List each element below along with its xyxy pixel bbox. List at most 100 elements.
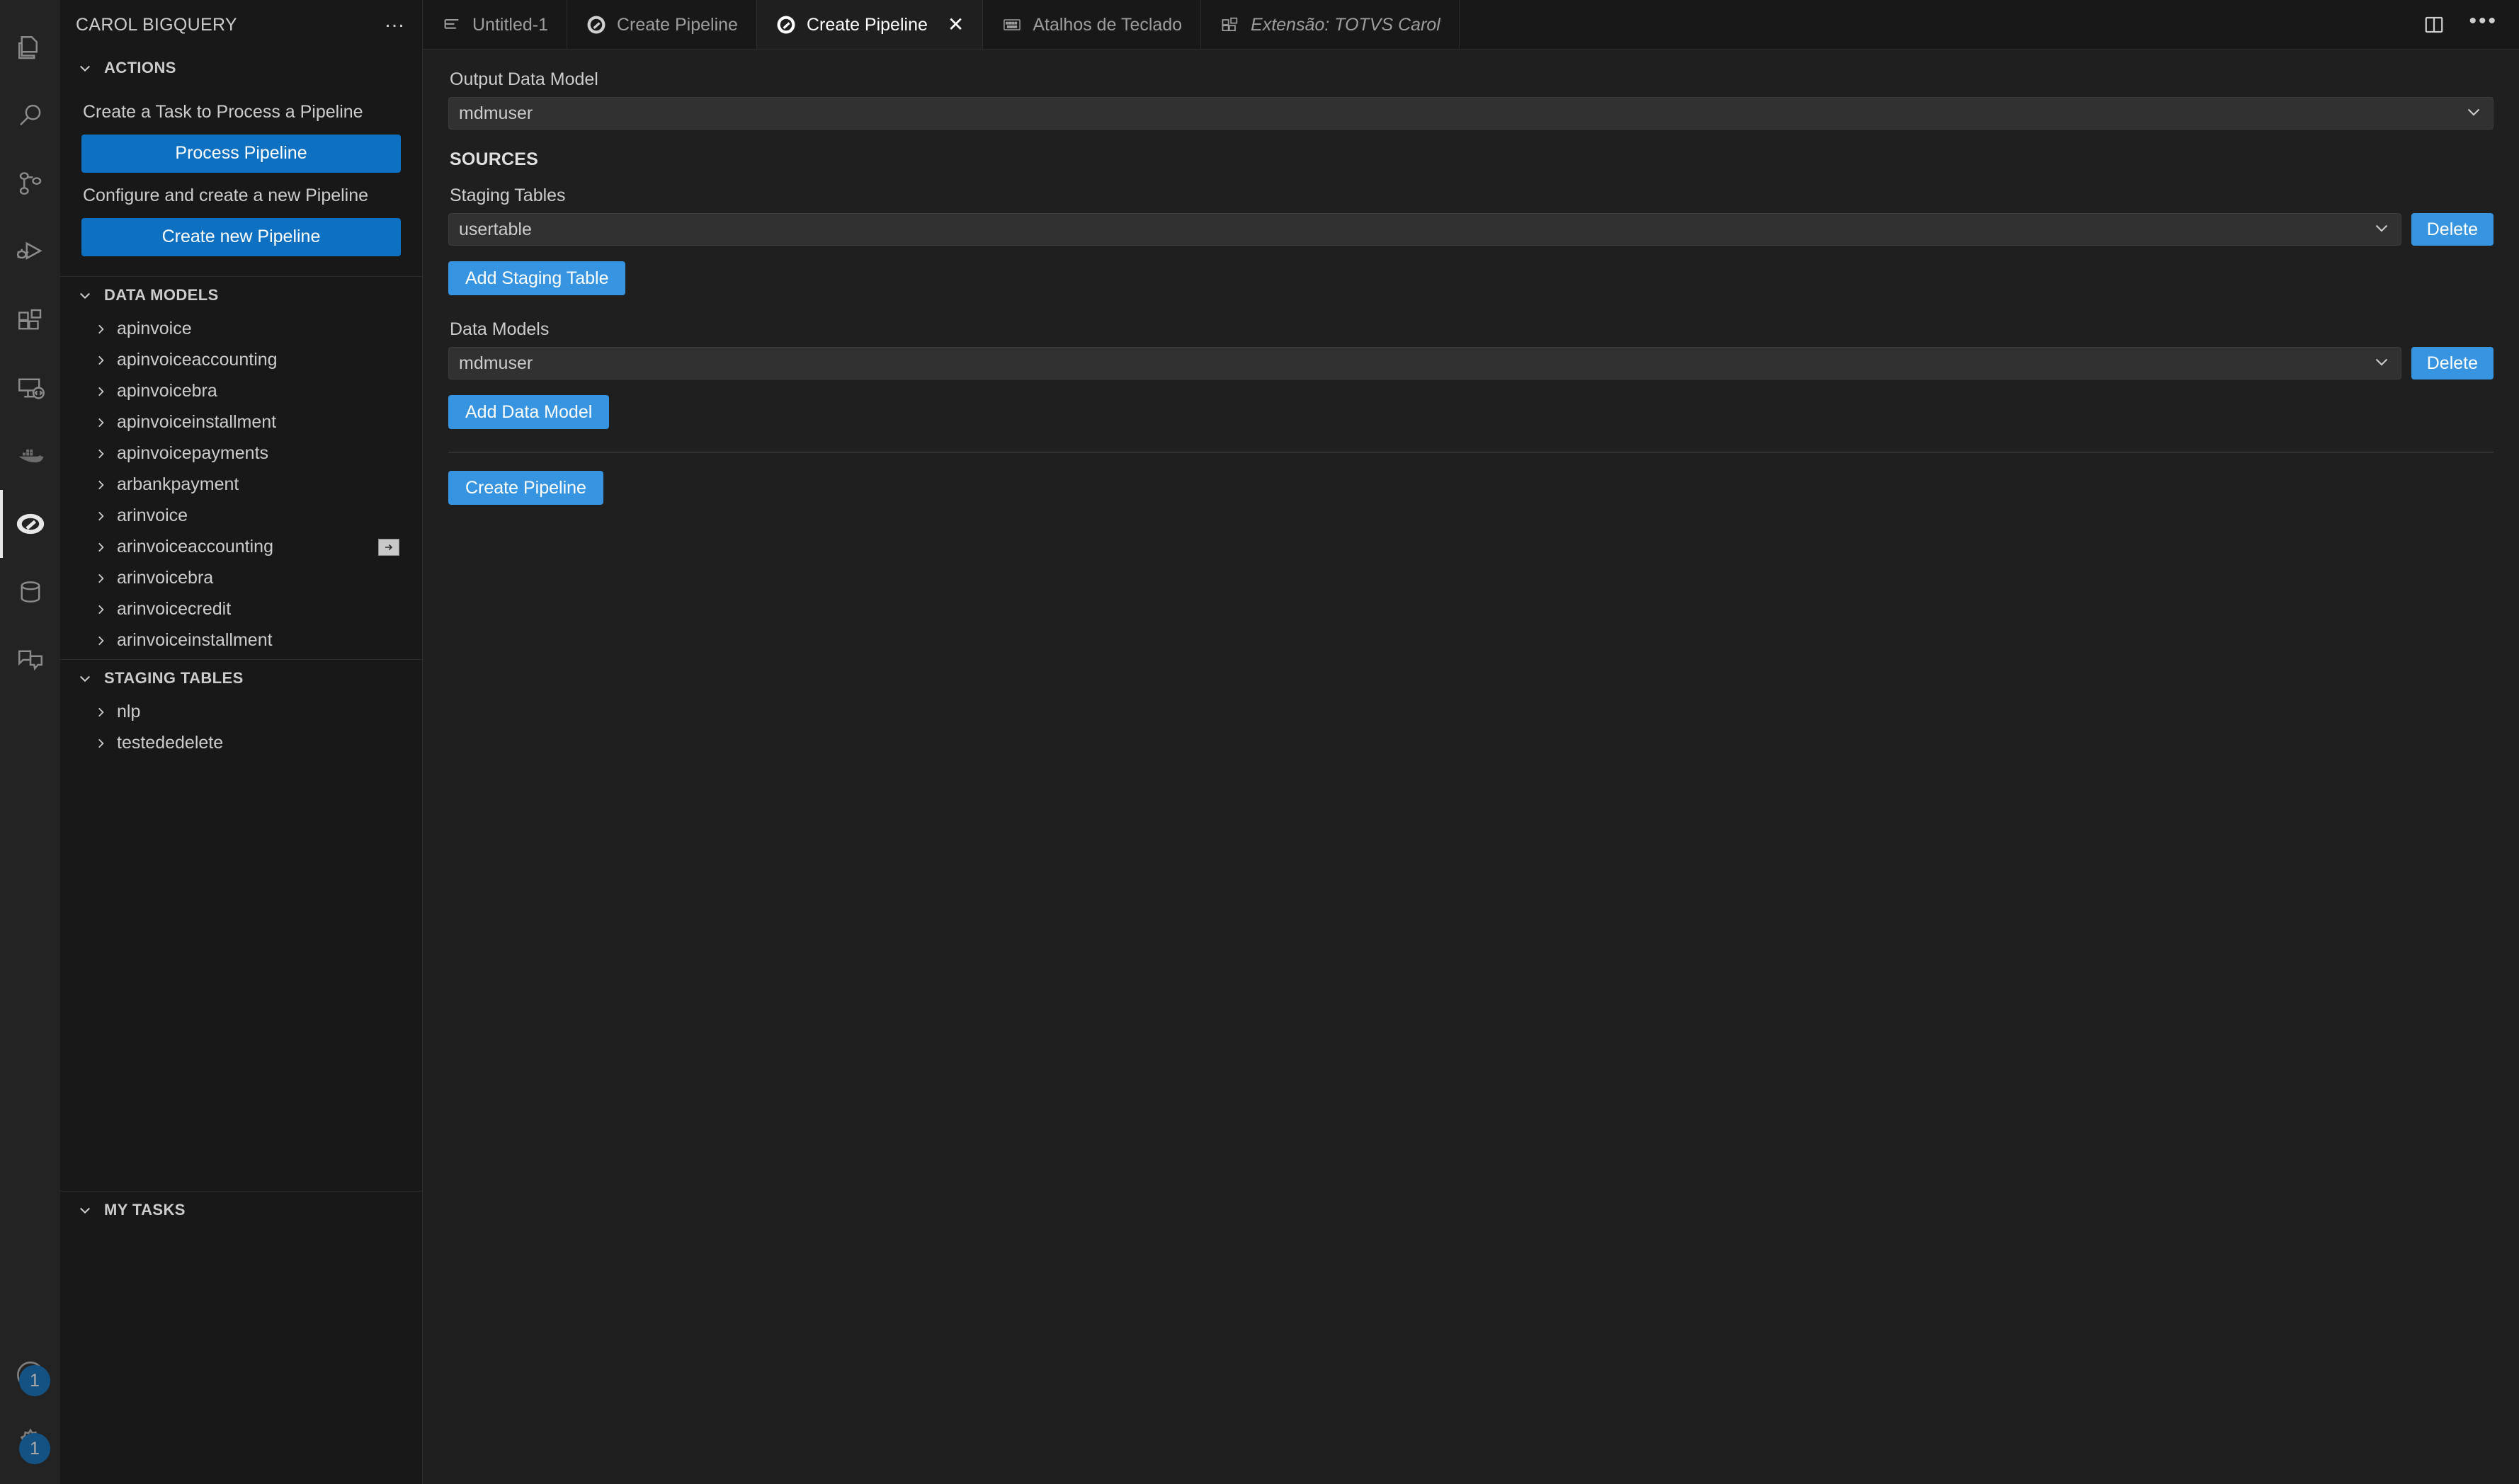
tree-item[interactable]: arinvoice — [60, 501, 422, 532]
section-header-data-models[interactable]: DATA MODELS — [60, 277, 422, 314]
editor-tab[interactable]: Untitled-1 — [423, 0, 567, 50]
tree-item[interactable]: nlp — [60, 697, 422, 728]
activity-bar-item-source-control[interactable] — [0, 150, 60, 218]
editor-tab[interactable]: Extensão: TOTVS Carol — [1201, 0, 1460, 50]
chevron-down-icon — [74, 671, 96, 685]
open-to-side-icon[interactable] — [378, 538, 399, 556]
output-data-model-select[interactable]: mdmuser — [448, 97, 2494, 130]
chevron-right-icon — [91, 706, 110, 719]
activity-bar-bottom-group: 1 1 — [0, 1341, 60, 1477]
keyboard-icon — [1001, 14, 1023, 35]
tree-item[interactable]: arinvoicecredit — [60, 594, 422, 625]
my-tasks-tree — [60, 1228, 422, 1231]
tree-item-label: arinvoice — [117, 506, 188, 525]
sidebar-title: CAROL BIGQUERY — [76, 14, 237, 35]
data-model-select[interactable]: mdmuser — [448, 347, 2401, 379]
activity-bar-item-database[interactable] — [0, 558, 60, 626]
staging-table-select[interactable]: usertable — [448, 213, 2401, 246]
process-pipeline-button[interactable]: Process Pipeline — [81, 134, 401, 173]
editor-tab-label: Atalhos de Teclado — [1033, 14, 1183, 35]
chevron-right-icon — [91, 385, 110, 398]
run-debug-icon — [16, 237, 45, 267]
editor-tab-label: Untitled-1 — [472, 14, 548, 35]
section-header-actions[interactable]: ACTIONS — [60, 50, 422, 86]
chevron-right-icon — [91, 541, 110, 554]
tree-item[interactable]: arinvoiceinstallment — [60, 625, 422, 656]
delete-staging-table-button[interactable]: Delete — [2411, 213, 2494, 246]
tree-item[interactable]: arbankpayment — [60, 469, 422, 501]
data-models-tree[interactable]: apinvoice apinvoiceaccounting apinvoicebra… — [60, 314, 422, 659]
create-pipeline-submit-button[interactable]: Create Pipeline — [448, 471, 603, 505]
create-new-pipeline-button[interactable]: Create new Pipeline — [81, 217, 401, 256]
tree-item-label: apinvoicebra — [117, 381, 217, 401]
carol-logo-icon — [586, 14, 607, 35]
tree-item-label: arinvoiceinstallment — [117, 630, 273, 650]
activity-bar-item-search[interactable] — [0, 82, 60, 150]
editor-tab-label: Extensão: TOTVS Carol — [1251, 14, 1440, 35]
activity-bar-item-docker[interactable] — [0, 422, 60, 490]
delete-data-model-button[interactable]: Delete — [2411, 347, 2494, 379]
tree-item-label: testededelete — [117, 733, 224, 753]
activity-bar-item-chat[interactable] — [0, 626, 60, 694]
sidebar-section-data-models: DATA MODELS apinvoice apinvoiceaccounting… — [60, 275, 422, 659]
editor-area: Untitled-1 Create Pipeline Create Pipeline… — [423, 0, 2519, 1484]
editor-tab[interactable]: Create Pipeline — [567, 0, 757, 50]
activity-bar-item-run-and-debug[interactable] — [0, 218, 60, 286]
staging-tables-label: Staging Tables — [450, 186, 566, 205]
data-model-select-wrap: mdmuser — [448, 347, 2401, 379]
activity-bar-item-extensions[interactable] — [0, 286, 60, 354]
activity-bar-item-remote-explorer[interactable] — [0, 354, 60, 422]
chat-bubbles-icon — [16, 645, 45, 675]
tree-item[interactable]: arinvoicebra — [60, 563, 422, 594]
activity-bar-item-settings[interactable]: 1 — [0, 1409, 60, 1477]
tree-item[interactable]: testededelete — [60, 728, 422, 759]
tree-item-label: nlp — [117, 702, 141, 721]
editor-more-actions-icon[interactable]: ••• — [2469, 11, 2498, 32]
editor-tab[interactable]: Atalhos de Teclado — [983, 0, 1202, 50]
tree-item[interactable]: apinvoicepayments — [60, 438, 422, 469]
activity-bar-item-carol[interactable] — [0, 490, 60, 558]
editor-tab-bar: Untitled-1 Create Pipeline Create Pipeline… — [423, 0, 2519, 50]
output-data-model-label: Output Data Model — [450, 69, 598, 89]
create-pipeline-description: Configure and create a new Pipeline — [83, 185, 369, 205]
tree-item[interactable]: apinvoiceaccounting — [60, 345, 422, 376]
section-header-staging-tables[interactable]: STAGING TABLES — [60, 660, 422, 697]
close-icon[interactable]: ✕ — [948, 15, 964, 35]
section-label-actions: ACTIONS — [104, 59, 176, 76]
chevron-right-icon — [91, 603, 110, 616]
sidebar-section-staging-tables: STAGING TABLES nlp testededelete — [60, 658, 422, 762]
tree-item-label: apinvoiceaccounting — [117, 350, 278, 370]
activity-bar-item-accounts[interactable]: 1 — [0, 1341, 60, 1409]
add-data-model-button[interactable]: Add Data Model — [448, 395, 610, 429]
chevron-right-icon — [91, 447, 110, 460]
staging-table-select-wrap: usertable — [448, 213, 2401, 246]
actions-body: Create a Task to Process a Pipeline Proc… — [60, 86, 422, 276]
tree-item[interactable]: apinvoiceinstallment — [60, 407, 422, 438]
tree-item[interactable]: arinvoiceaccounting — [60, 532, 422, 563]
activity-bar-top-group — [0, 0, 60, 694]
settings-badge: 1 — [19, 1433, 50, 1464]
editor-tab-label: Create Pipeline — [617, 14, 738, 35]
tree-item-label: arinvoiceaccounting — [117, 537, 273, 556]
tree-item-label: apinvoicepayments — [117, 443, 269, 463]
tree-item-label: apinvoice — [117, 319, 192, 338]
chevron-down-icon — [74, 1203, 96, 1217]
editor-tab-label: Create Pipeline — [806, 14, 928, 35]
data-models-label: Data Models — [450, 319, 550, 339]
section-label-staging-tables: STAGING TABLES — [104, 668, 244, 687]
section-label-data-models: DATA MODELS — [104, 285, 219, 304]
staging-tables-tree[interactable]: nlp testededelete — [60, 697, 422, 762]
activity-bar-item-explorer[interactable] — [0, 14, 60, 82]
tree-item[interactable]: apinvoice — [60, 314, 422, 345]
add-staging-table-button[interactable]: Add Staging Table — [448, 261, 626, 295]
tree-item[interactable]: apinvoicebra — [60, 376, 422, 407]
section-header-my-tasks[interactable]: MY TASKS — [60, 1192, 422, 1228]
split-editor-icon[interactable] — [2423, 14, 2445, 35]
chevron-right-icon — [91, 354, 110, 367]
remote-monitor-icon — [16, 373, 45, 403]
vscode-window: 1 1 CAROL BIGQUERY … ACTIONS Create a Ta… — [0, 0, 2519, 1484]
search-icon — [16, 101, 45, 131]
editor-tab[interactable]: Create Pipeline ✕ — [756, 0, 984, 50]
sidebar-more-actions-icon[interactable]: … — [384, 10, 406, 33]
chevron-right-icon — [91, 634, 110, 647]
